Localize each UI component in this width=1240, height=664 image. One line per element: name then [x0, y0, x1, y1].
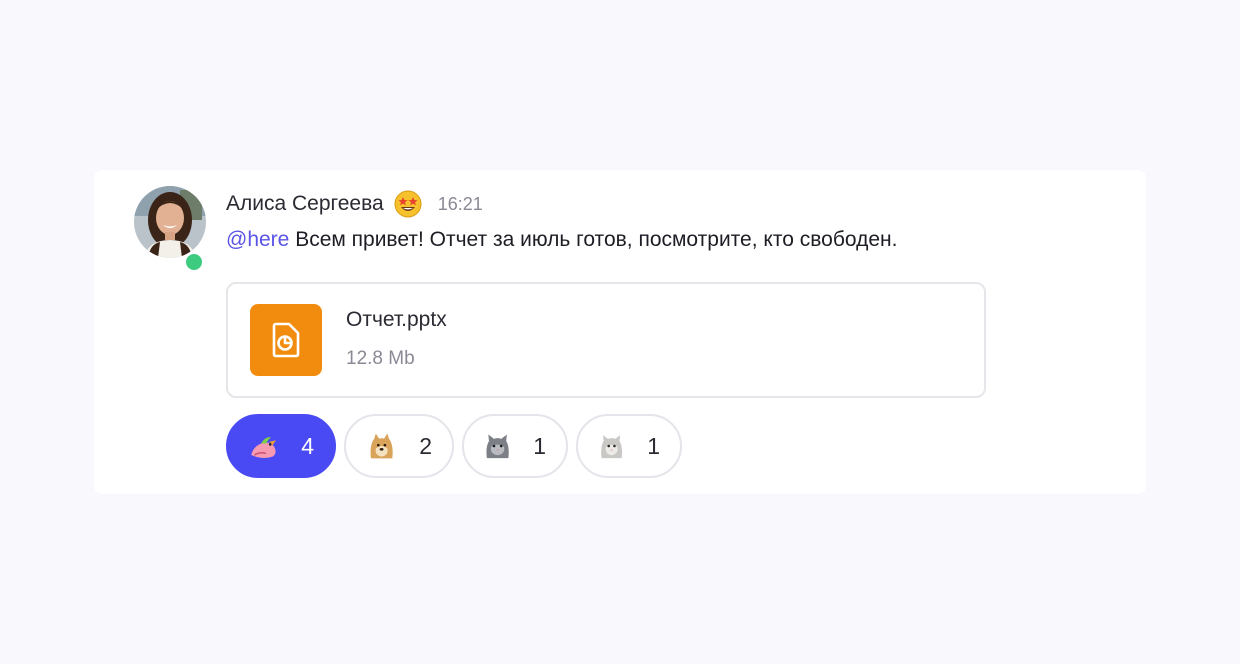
message-body: Всем привет! Отчет за июль готов, посмот… [289, 228, 898, 251]
reaction-count: 1 [533, 432, 546, 459]
star-struck-emoji-icon [394, 190, 422, 218]
message-header: Алиса Сергеева 16:21 [226, 188, 483, 220]
parrot-sticker-icon [251, 436, 276, 458]
reaction-count: 4 [301, 432, 314, 459]
reaction-grey-cat[interactable]: 1 [462, 414, 568, 478]
author-name[interactable]: Алиса Сергеева [226, 192, 384, 216]
reaction-parrot[interactable]: 4 [226, 414, 336, 478]
message-text: @here Всем привет! Отчет за июль готов, … [226, 228, 897, 252]
reaction-count: 1 [647, 432, 660, 459]
presentation-file-icon [250, 304, 322, 376]
file-size: 12.8 Mb [346, 348, 415, 369]
doge-sticker-icon [370, 433, 393, 459]
message-time: 16:21 [437, 193, 483, 214]
mention-here[interactable]: @here [226, 228, 289, 251]
avatar[interactable] [134, 186, 206, 258]
white-cat-sticker-icon [601, 435, 623, 459]
grey-cat-sticker-icon [486, 434, 509, 459]
reaction-count: 2 [419, 432, 432, 459]
file-chart-icon [272, 322, 300, 358]
online-status-dot [184, 252, 204, 272]
avatar-container[interactable] [134, 186, 206, 272]
reaction-white-cat[interactable]: 1 [576, 414, 682, 478]
file-attachment[interactable]: Отчет.pptx 12.8 Mb [226, 282, 986, 398]
file-name[interactable]: Отчет.pptx [346, 308, 447, 332]
reaction-doge[interactable]: 2 [344, 414, 454, 478]
reactions-bar: 4 2 1 1 [226, 414, 682, 478]
message-card: Алиса Сергеева 16:21 @here Всем привет! … [94, 170, 1146, 494]
